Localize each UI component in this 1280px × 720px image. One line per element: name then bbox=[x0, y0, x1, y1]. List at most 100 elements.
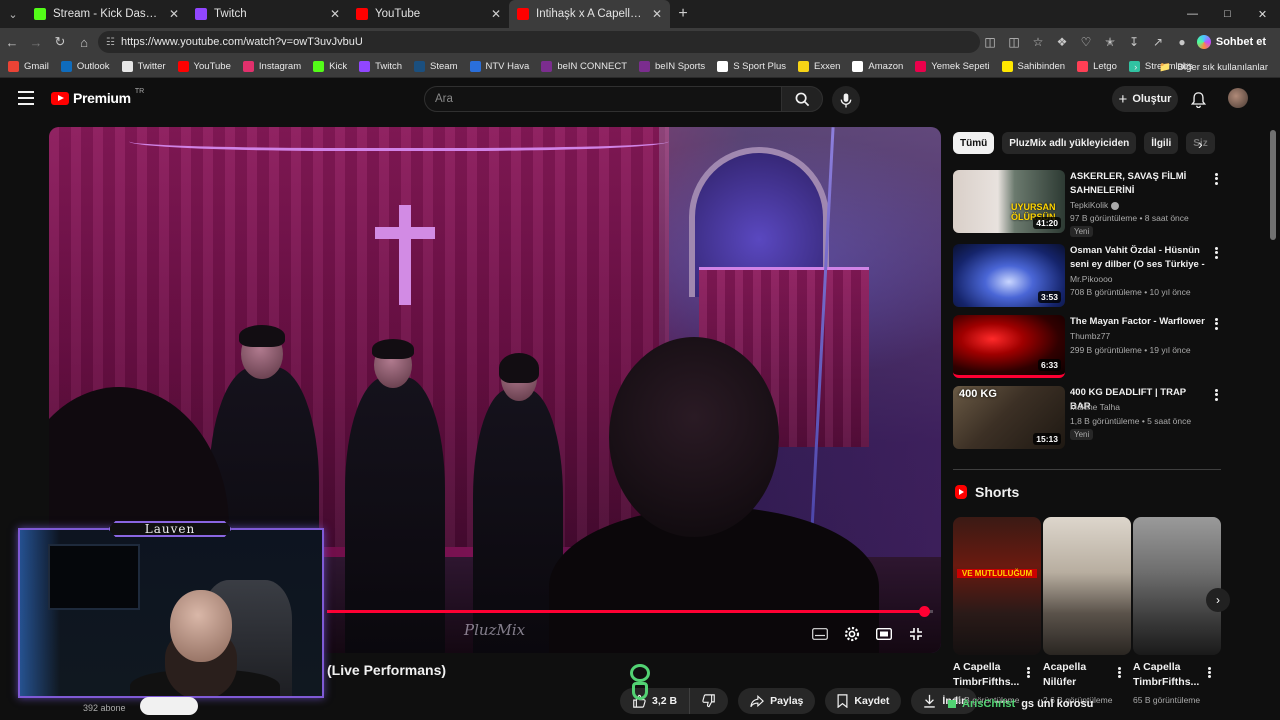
kick-mascot-icon bbox=[626, 664, 654, 702]
home-icon[interactable]: ⌂ bbox=[72, 28, 96, 56]
save-label: Kaydet bbox=[854, 695, 890, 707]
save-button[interactable]: Kaydet bbox=[825, 688, 902, 714]
scrollbar-thumb[interactable] bbox=[1270, 130, 1276, 240]
video-options-icon[interactable] bbox=[1211, 317, 1221, 331]
forward-arrow-icon[interactable]: → bbox=[24, 28, 48, 56]
browser-tab[interactable]: Stream - Kick Dashboard ✕ bbox=[26, 0, 187, 28]
search-button[interactable] bbox=[781, 86, 823, 112]
browser-tab-active[interactable]: İntihaşk x A Capella ( Kilise Canlı P ✕ bbox=[509, 0, 670, 28]
bookmark-letgo[interactable]: Letgo bbox=[1077, 61, 1117, 72]
tab-close-icon[interactable]: ✕ bbox=[652, 7, 662, 21]
short-title[interactable]: A Capella TimbrFifths... bbox=[953, 660, 1031, 690]
split-screen-icon[interactable]: ◫ bbox=[1004, 28, 1024, 56]
favorites-icon[interactable]: ✭ bbox=[1100, 28, 1120, 56]
new-tab-plus-icon[interactable]: + bbox=[670, 5, 696, 23]
tab-close-icon[interactable]: ✕ bbox=[330, 7, 340, 21]
notifications-bell-icon[interactable] bbox=[1188, 90, 1208, 110]
bookmark-sahibinden[interactable]: Sahibinden bbox=[1001, 61, 1065, 72]
dislike-button[interactable] bbox=[690, 688, 729, 714]
favorite-star-icon[interactable]: ☆ bbox=[1028, 28, 1048, 56]
video-thumbnail[interactable]: 6:33 bbox=[953, 315, 1065, 378]
tab-close-icon[interactable]: ✕ bbox=[169, 7, 179, 21]
recommended-video[interactable]: 6:33 The Mayan Factor - Warflower Thumbz… bbox=[953, 315, 1223, 379]
progress-scrubber-handle[interactable] bbox=[919, 606, 930, 617]
extensions-icon[interactable]: ❖ bbox=[1052, 28, 1072, 56]
subtitles-icon[interactable] bbox=[809, 625, 831, 643]
video-thumbnail[interactable]: UYURSAN ÖLÜRSÜN 41:20 bbox=[953, 170, 1065, 233]
bookmark-instagram[interactable]: Instagram bbox=[242, 61, 301, 72]
theater-mode-icon[interactable] bbox=[873, 625, 895, 643]
subscribe-button[interactable] bbox=[140, 697, 198, 715]
video-thumbnail[interactable]: 400 KG 15:13 bbox=[953, 386, 1065, 449]
short-options-icon[interactable] bbox=[1116, 666, 1122, 678]
share-icon[interactable]: ↗ bbox=[1148, 28, 1168, 56]
account-avatar[interactable] bbox=[1228, 88, 1248, 108]
create-label: Oluştur bbox=[1132, 93, 1172, 105]
bookmark-twitch[interactable]: Twitch bbox=[359, 61, 402, 72]
recommended-video[interactable]: UYURSAN ÖLÜRSÜN 41:20 ASKERLER, SAVAŞ Fİ… bbox=[953, 170, 1223, 237]
voice-search-button[interactable] bbox=[832, 86, 860, 114]
maximize-icon[interactable]: □ bbox=[1210, 0, 1245, 28]
settings-gear-icon[interactable] bbox=[841, 625, 863, 643]
browser-tab[interactable]: Twitch ✕ bbox=[187, 0, 348, 28]
short-thumbnail[interactable]: VE MUTLULUĞUM bbox=[953, 517, 1041, 655]
short-title[interactable]: Acapella Nilüfer bbox=[1043, 660, 1121, 690]
chip-from-uploader[interactable]: PluzMix adlı yükleyiciden bbox=[1002, 132, 1137, 154]
bookmarks-overflow-chevron-icon[interactable]: › bbox=[1134, 62, 1137, 73]
short-options-icon[interactable] bbox=[1025, 666, 1031, 678]
twitch-favicon-icon bbox=[195, 8, 207, 20]
site-info-icon[interactable]: ☷ bbox=[106, 37, 115, 48]
bookmark-outlook[interactable]: Outlook bbox=[60, 61, 110, 72]
minimize-icon[interactable]: — bbox=[1175, 0, 1210, 28]
chips-next-chevron-icon[interactable]: › bbox=[1198, 136, 1203, 152]
like-count: 3,2 B bbox=[652, 695, 678, 707]
reload-icon[interactable]: ↻ bbox=[48, 28, 72, 56]
chip-all[interactable]: Tümü bbox=[953, 132, 995, 154]
video-thumbnail[interactable]: 3:53 bbox=[953, 244, 1065, 307]
bookmark-steam[interactable]: Steam bbox=[414, 61, 458, 72]
video-options-icon[interactable] bbox=[1211, 246, 1221, 260]
tab-search-chevron-icon[interactable]: ⌄ bbox=[0, 0, 26, 28]
short-thumbnail[interactable] bbox=[1133, 517, 1221, 655]
profile-avatar-icon[interactable]: ● bbox=[1172, 28, 1192, 56]
short-options-icon[interactable] bbox=[1206, 666, 1212, 678]
short-thumbnail[interactable] bbox=[1043, 517, 1131, 655]
youtube-premium-logo[interactable]: Premium TR bbox=[51, 88, 144, 106]
page-scrollbar[interactable] bbox=[1269, 122, 1277, 720]
plus-icon: + bbox=[1118, 90, 1128, 108]
browser-essentials-icon[interactable]: ♡ bbox=[1076, 28, 1096, 56]
guide-menu-icon[interactable] bbox=[18, 91, 34, 105]
copilot-chat-button[interactable]: Sohbet et bbox=[1191, 31, 1272, 53]
bookmark-amazon[interactable]: Amazon bbox=[852, 61, 903, 72]
fullscreen-exit-icon[interactable] bbox=[905, 625, 927, 643]
video-progress-bar[interactable] bbox=[327, 606, 933, 617]
other-bookmarks-folder[interactable]: › 📁 Diğer sık kullanılanlar bbox=[1134, 56, 1268, 78]
bookmark-youtube[interactable]: YouTube bbox=[177, 61, 231, 72]
bookmark-bein-connect[interactable]: beIN CONNECT bbox=[541, 61, 627, 72]
bookmark-gmail[interactable]: Gmail bbox=[8, 61, 49, 72]
back-arrow-icon[interactable]: ← bbox=[0, 28, 24, 56]
bookmark-ntv-hava[interactable]: NTV Hava bbox=[469, 61, 529, 72]
shorts-next-chevron-icon[interactable]: › bbox=[1206, 588, 1230, 612]
address-bar[interactable]: ☷ https://www.youtube.com/watch?v=owT3uv… bbox=[98, 31, 980, 53]
video-options-icon[interactable] bbox=[1211, 388, 1221, 402]
share-button[interactable]: Paylaş bbox=[738, 688, 816, 714]
create-button[interactable]: + Oluştur bbox=[1112, 86, 1178, 112]
tab-close-icon[interactable]: ✕ bbox=[491, 7, 501, 21]
translate-icon[interactable]: ◫ bbox=[980, 28, 1000, 56]
chip-related[interactable]: İlgili bbox=[1144, 132, 1179, 154]
search-input[interactable]: Ara bbox=[424, 86, 782, 112]
bookmark-yemek-sepeti[interactable]: Yemek Sepeti bbox=[915, 61, 990, 72]
bookmark-kick[interactable]: Kick bbox=[313, 61, 347, 72]
bookmark-twitter[interactable]: Twitter bbox=[121, 61, 166, 72]
short-title[interactable]: A Capella TimbrFifths... bbox=[1133, 660, 1211, 690]
bookmark-bein-sports[interactable]: beIN Sports bbox=[639, 61, 705, 72]
video-options-icon[interactable] bbox=[1211, 172, 1221, 186]
recommended-video[interactable]: 400 KG 15:13 400 KG DEADLIFT | TRAP BAR … bbox=[953, 386, 1223, 450]
recommended-video[interactable]: 3:53 Osman Vahit Özdal - Hüsnün seni ey … bbox=[953, 244, 1223, 308]
bookmark-s-sport-plus[interactable]: S Sport Plus bbox=[717, 61, 786, 72]
bookmark-exxen[interactable]: Exxen bbox=[798, 61, 840, 72]
downloads-icon[interactable]: ↧ bbox=[1124, 28, 1144, 56]
close-window-icon[interactable]: ✕ bbox=[1245, 0, 1280, 28]
browser-tab[interactable]: YouTube ✕ bbox=[348, 0, 509, 28]
